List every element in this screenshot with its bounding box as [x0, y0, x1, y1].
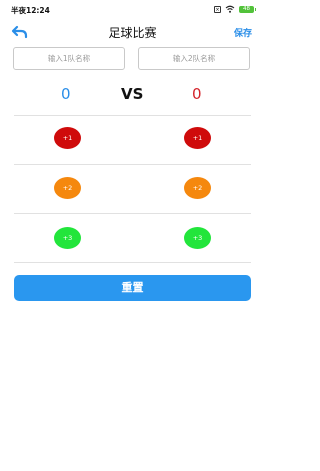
team2-name-input[interactable] — [138, 47, 250, 70]
team2-score: 0 — [192, 85, 202, 103]
vs-label: VS — [121, 85, 144, 103]
divider — [14, 213, 251, 214]
sim-card-icon: × — [214, 5, 221, 13]
team1-plus3-button[interactable]: +3 — [54, 227, 81, 249]
team1-plus1-button[interactable]: +1 — [54, 127, 81, 149]
reset-button[interactable]: 重置 — [14, 275, 251, 301]
status-icons: × 48 — [214, 5, 256, 13]
divider — [14, 115, 251, 116]
scoreboard: 0 VS 0 — [0, 84, 265, 106]
divider — [14, 262, 251, 263]
status-bar: 半夜12:24 × 48 — [0, 0, 265, 20]
team1-name-input[interactable] — [13, 47, 125, 70]
team1-score: 0 — [61, 85, 71, 103]
team2-plus1-button[interactable]: +1 — [184, 127, 211, 149]
battery-icon: 48 — [239, 5, 256, 13]
team-inputs — [13, 47, 252, 71]
team1-plus2-button[interactable]: +2 — [54, 177, 81, 199]
wifi-icon — [225, 5, 235, 13]
team2-plus3-button[interactable]: +3 — [184, 227, 211, 249]
status-time: 半夜12:24 — [11, 6, 50, 15]
navbar: 足球比赛 保存 — [0, 20, 265, 44]
team2-plus2-button[interactable]: +2 — [184, 177, 211, 199]
page-title: 足球比赛 — [108, 26, 157, 40]
save-button[interactable]: 保存 — [234, 26, 252, 39]
divider — [14, 164, 251, 165]
